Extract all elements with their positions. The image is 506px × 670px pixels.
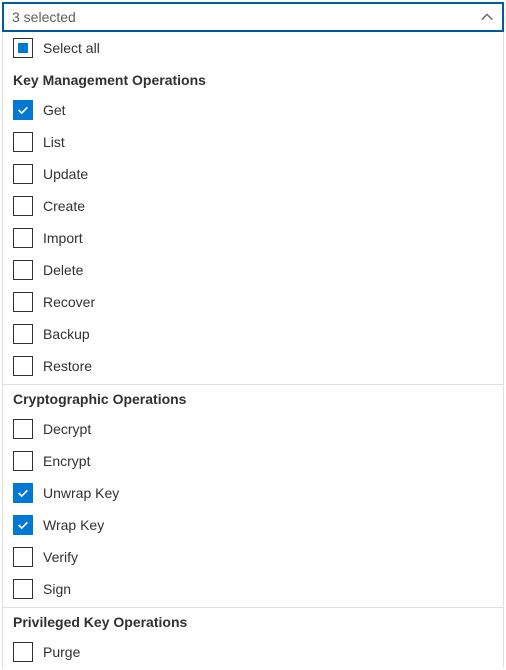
option-label: Decrypt (43, 421, 91, 437)
option-row[interactable]: Encrypt (3, 445, 503, 477)
option-checkbox[interactable] (13, 356, 33, 376)
option-row[interactable]: Purge (3, 636, 503, 668)
option-row[interactable]: Wrap Key (3, 509, 503, 541)
option-row[interactable]: Import (3, 222, 503, 254)
option-label: Get (43, 102, 66, 118)
option-checkbox[interactable] (13, 196, 33, 216)
option-label: Delete (43, 262, 83, 278)
chevron-up-icon (480, 10, 494, 24)
option-checkbox[interactable] (13, 579, 33, 599)
option-checkbox[interactable] (13, 292, 33, 312)
option-checkbox[interactable] (13, 132, 33, 152)
option-checkbox[interactable] (13, 451, 33, 471)
option-label: List (43, 134, 65, 150)
option-label: Backup (43, 326, 90, 342)
option-row[interactable]: Update (3, 158, 503, 190)
option-row[interactable]: Restore (3, 350, 503, 382)
option-row[interactable]: Decrypt (3, 413, 503, 445)
option-label: Update (43, 166, 88, 182)
option-row[interactable]: Get (3, 94, 503, 126)
select-all-row[interactable]: Select all (3, 32, 503, 64)
option-checkbox[interactable] (13, 515, 33, 535)
option-checkbox[interactable] (13, 100, 33, 120)
dropdown-panel: Select all Key Management Operations Get L… (2, 32, 504, 668)
option-checkbox[interactable] (13, 324, 33, 344)
option-row[interactable]: Backup (3, 318, 503, 350)
option-label: Create (43, 198, 85, 214)
option-label: Unwrap Key (43, 485, 119, 501)
option-label: Sign (43, 581, 71, 597)
option-label: Encrypt (43, 453, 90, 469)
option-checkbox[interactable] (13, 642, 33, 662)
option-row[interactable]: Verify (3, 541, 503, 573)
option-checkbox[interactable] (13, 547, 33, 567)
group-header: Cryptographic Operations (3, 384, 503, 413)
option-label: Recover (43, 294, 95, 310)
dropdown-header[interactable]: 3 selected (2, 2, 504, 32)
option-label: Restore (43, 358, 92, 374)
option-row[interactable]: Sign (3, 573, 503, 605)
dropdown-summary: 3 selected (12, 9, 76, 25)
option-checkbox[interactable] (13, 228, 33, 248)
option-label: Verify (43, 549, 78, 565)
option-row[interactable]: Unwrap Key (3, 477, 503, 509)
option-checkbox[interactable] (13, 260, 33, 280)
option-checkbox[interactable] (13, 483, 33, 503)
option-row[interactable]: Delete (3, 254, 503, 286)
option-row[interactable]: Recover (3, 286, 503, 318)
group-header: Privileged Key Operations (3, 607, 503, 636)
select-all-checkbox[interactable] (13, 38, 33, 58)
option-checkbox[interactable] (13, 164, 33, 184)
select-all-label: Select all (43, 40, 100, 56)
option-row[interactable]: Create (3, 190, 503, 222)
option-label: Wrap Key (43, 517, 104, 533)
option-row[interactable]: List (3, 126, 503, 158)
option-label: Import (43, 230, 83, 246)
option-checkbox[interactable] (13, 419, 33, 439)
group-header: Key Management Operations (3, 66, 503, 94)
option-label: Purge (43, 644, 80, 660)
